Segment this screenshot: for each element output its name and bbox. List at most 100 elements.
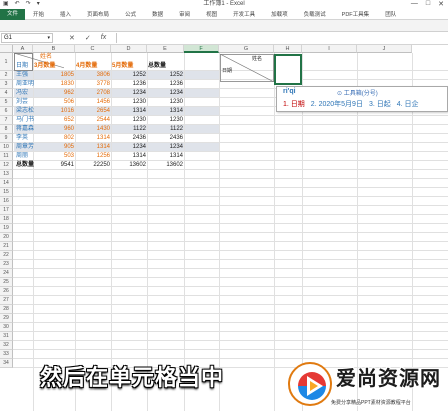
column-header-F[interactable]: F (184, 45, 219, 53)
ribbon-tab-9[interactable]: 加载项 (263, 10, 296, 18)
column-header-E[interactable]: E (147, 45, 184, 53)
ribbon-tab-4[interactable]: 公式 (117, 10, 144, 18)
row-header-7[interactable]: 7 (0, 116, 13, 125)
row-header-27[interactable]: 27 (0, 296, 13, 305)
ribbon-tab-6[interactable]: 审阅 (171, 10, 198, 18)
column-header-G[interactable]: G (219, 45, 274, 53)
column-header-I[interactable]: I (302, 45, 357, 53)
value-cell: 960 (63, 126, 74, 132)
row-header-30[interactable]: 30 (0, 323, 13, 332)
row-header-14[interactable]: 14 (0, 179, 13, 188)
row-header-11[interactable]: 11 (0, 152, 13, 161)
column-header-B[interactable]: B (33, 45, 75, 53)
value-cell: 1252 (132, 72, 146, 78)
gridline-h (13, 196, 448, 197)
ribbon-tab-7[interactable]: 视图 (198, 10, 225, 18)
ime-candidate-2[interactable]: 2. 2020年5月9日 (311, 99, 363, 109)
column-header-A[interactable]: A (13, 45, 33, 53)
value-cell: 1314 (169, 108, 183, 114)
row-header-1[interactable]: 1 (0, 53, 13, 71)
row-header-24[interactable]: 24 (0, 269, 13, 278)
row-header-3[interactable]: 3 (0, 80, 13, 89)
row-header-13[interactable]: 13 (0, 170, 13, 179)
row-header-9[interactable]: 9 (0, 134, 13, 143)
month-header-1: 4月数量 (76, 63, 98, 69)
row-header-15[interactable]: 15 (0, 188, 13, 197)
close-button[interactable]: ✕ (438, 0, 444, 8)
ime-candidate-1[interactable]: 1. 日期 (283, 99, 305, 109)
chevron-down-icon[interactable]: ▾ (47, 34, 50, 43)
row-header-26[interactable]: 26 (0, 287, 13, 296)
row-header-23[interactable]: 23 (0, 260, 13, 269)
column-header-J[interactable]: J (357, 45, 412, 53)
ime-candidate-4[interactable]: 4. 日企 (397, 99, 419, 109)
row-header-21[interactable]: 21 (0, 242, 13, 251)
fx-icon[interactable]: fx (101, 34, 106, 42)
value-cell: 1230 (169, 99, 183, 105)
value-cell: 1234 (132, 144, 146, 150)
cancel-icon[interactable]: ✕ (69, 34, 75, 42)
select-all-corner[interactable] (0, 45, 13, 53)
ribbon-tab-3[interactable]: 页面布局 (79, 10, 117, 18)
maximize-button[interactable]: □ (426, 0, 430, 8)
row-header-2[interactable]: 2 (0, 71, 13, 80)
value-cell: 506 (63, 99, 74, 105)
ime-toolbox[interactable]: ⊙ 工具箱(分号) (337, 88, 378, 97)
value-cell: 1234 (132, 90, 146, 96)
gridline-h (13, 277, 448, 278)
row-header-25[interactable]: 25 (0, 278, 13, 287)
value-cell: 1252 (169, 72, 183, 78)
column-header-C[interactable]: C (75, 45, 111, 53)
gridline-h (13, 259, 448, 260)
row-header-17[interactable]: 17 (0, 206, 13, 215)
month-header-0: 3月数量 (34, 63, 56, 69)
ribbon-tab-1[interactable]: 开始 (25, 10, 52, 18)
row-header-5[interactable]: 5 (0, 98, 13, 107)
name-box[interactable]: G1 ▾ (1, 33, 53, 43)
ime-candidate-3[interactable]: 3. 日起 (369, 99, 391, 109)
value-cell: 652 (63, 117, 74, 123)
value-cell: 1230 (169, 117, 183, 123)
column-header-D[interactable]: D (111, 45, 147, 53)
row-header-19[interactable]: 19 (0, 224, 13, 233)
row-header-6[interactable]: 6 (0, 107, 13, 116)
row-header-33[interactable]: 33 (0, 350, 13, 359)
header-date-label: 日期 (16, 63, 29, 69)
value-cell: 1236 (132, 81, 146, 87)
row-header-18[interactable]: 18 (0, 215, 13, 224)
column-header-H[interactable]: H (274, 45, 302, 53)
value-cell: 1314 (169, 153, 183, 159)
name-cell: 蒋嘉森 (16, 126, 35, 132)
active-cell-g1[interactable] (274, 54, 302, 85)
ribbon-tab-5[interactable]: 数据 (144, 10, 171, 18)
ribbon-tab-10[interactable]: 负载测试 (296, 10, 334, 18)
name-cell: 梁志松 (16, 108, 35, 114)
month-header-2: 5月数量 (112, 63, 134, 69)
gridline-h (13, 349, 448, 350)
name-cell: 李英 (16, 135, 29, 141)
gridline-h (13, 250, 448, 251)
formula-input[interactable] (116, 33, 445, 43)
row-header-34[interactable]: 34 (0, 359, 13, 368)
row-header-22[interactable]: 22 (0, 251, 13, 260)
row-header-32[interactable]: 32 (0, 341, 13, 350)
row-header-31[interactable]: 31 (0, 332, 13, 341)
row-header-20[interactable]: 20 (0, 233, 13, 242)
ribbon-tab-12[interactable]: 团队 (377, 10, 404, 18)
window-controls: — □ ✕ (411, 0, 444, 8)
ribbon-tab-0[interactable]: 文件 (0, 8, 26, 20)
ribbon-tab-8[interactable]: 开发工具 (225, 10, 263, 18)
gridline-h (13, 205, 448, 206)
row-header-28[interactable]: 28 (0, 305, 13, 314)
row-header-12[interactable]: 12 (0, 161, 13, 170)
row-header-16[interactable]: 16 (0, 197, 13, 206)
watermark-logo: 爱尚资源网 免费分享精品PPT素材资源教程平台 (288, 354, 448, 411)
ribbon-tab-11[interactable]: PDF工具集 (334, 10, 378, 18)
row-header-8[interactable]: 8 (0, 125, 13, 134)
row-header-29[interactable]: 29 (0, 314, 13, 323)
ribbon-tab-2[interactable]: 插入 (52, 10, 79, 18)
row-header-10[interactable]: 10 (0, 143, 13, 152)
minimize-button[interactable]: — (411, 0, 418, 8)
row-header-4[interactable]: 4 (0, 89, 13, 98)
enter-icon[interactable]: ✓ (85, 34, 91, 42)
